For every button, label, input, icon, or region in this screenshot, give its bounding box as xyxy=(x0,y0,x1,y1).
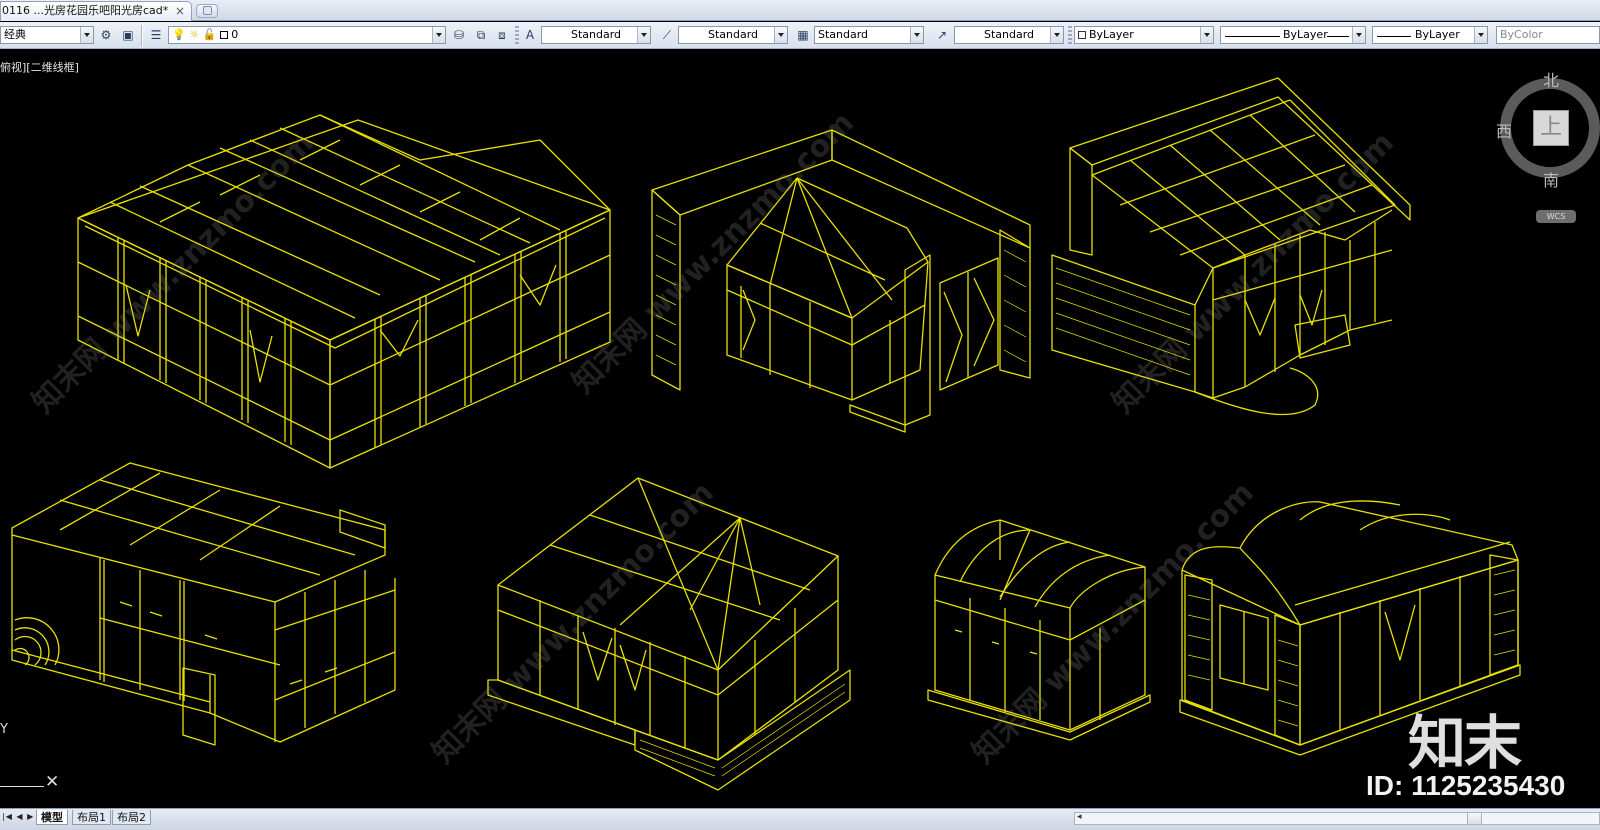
dimension-style-value: Standard xyxy=(707,28,759,41)
workspace-dropdown[interactable]: 经典 xyxy=(0,26,94,44)
lineweight-dropdown[interactable]: ByLayer xyxy=(1372,26,1488,44)
chevron-down-icon xyxy=(637,27,650,43)
watermark-logo: 知末 xyxy=(1408,709,1522,777)
sunroom-model-3[interactable] xyxy=(1051,77,1411,416)
ucs-y-axis-label: Y xyxy=(0,722,8,737)
chevron-down-icon xyxy=(432,27,445,43)
table-style-value: Standard xyxy=(818,28,869,41)
tab-layout2[interactable]: 布局2 xyxy=(112,810,151,825)
document-tab-title: 0116 ...光房花园乐吧阳光房cad* xyxy=(2,4,169,17)
linetype-preview-tail xyxy=(1327,36,1349,37)
sunroom-model-4[interactable] xyxy=(11,462,396,746)
chevron-down-icon xyxy=(1474,27,1487,43)
horizontal-scrollbar[interactable]: ◂ xyxy=(1074,812,1600,825)
multileader-style-value: Standard xyxy=(983,28,1035,41)
gear-icon[interactable]: ⚙ xyxy=(96,25,116,45)
text-style-value: Standard xyxy=(570,28,622,41)
linetype-preview xyxy=(1225,36,1280,37)
viewcube-south-label[interactable]: 南 xyxy=(1543,167,1559,191)
chevron-down-icon xyxy=(80,27,93,43)
new-tab-button[interactable] xyxy=(196,4,218,18)
scrollbar-thumb[interactable] xyxy=(1467,813,1482,824)
layer-manager-icon[interactable]: ☰ xyxy=(146,25,166,45)
chevron-down-icon xyxy=(1200,27,1213,43)
toolbar-grip[interactable] xyxy=(515,26,519,44)
color-value: ByLayer xyxy=(1089,28,1134,41)
ucs-x-axis-line xyxy=(0,786,44,787)
chevron-down-icon xyxy=(1050,27,1063,43)
make-current-layer-icon[interactable]: ⛁ xyxy=(449,25,469,45)
color-swatch xyxy=(1078,31,1086,39)
viewcube[interactable]: 北 西 上 南 WCS xyxy=(1496,67,1600,223)
dimension-style-dropdown[interactable]: Standard xyxy=(678,26,788,44)
dimension-style-icon[interactable]: ⟋ xyxy=(657,25,677,45)
chevron-down-icon xyxy=(910,27,923,43)
workspace-value: 经典 xyxy=(4,28,26,41)
linetype-value: ByLayer xyxy=(1283,28,1328,41)
close-icon[interactable]: × xyxy=(175,2,185,20)
lock-icon: 🔓 xyxy=(202,28,217,41)
lineweight-preview xyxy=(1377,36,1411,37)
hatch-patterns xyxy=(639,214,1516,777)
color-dropdown[interactable]: ByLayer xyxy=(1074,26,1214,44)
viewport-controls-label[interactable]: 俯视][二维线框] xyxy=(0,59,79,75)
tab-layout1[interactable]: 布局1 xyxy=(72,810,111,825)
table-style-dropdown[interactable]: Standard xyxy=(814,26,924,44)
watermark-id: ID: 1125235430 xyxy=(1366,770,1566,801)
document-tab-strip: 0116 ...光房花园乐吧阳光房cad* × xyxy=(0,0,1600,21)
wcs-menu-button[interactable]: WCS xyxy=(1536,210,1576,223)
tab-model[interactable]: 模型 xyxy=(36,810,68,825)
ucs-x-axis-label: ✕ xyxy=(45,772,60,792)
toolbar-separator xyxy=(141,25,143,46)
viewcube-west-label[interactable]: 西 xyxy=(1496,118,1512,142)
linetype-dropdown[interactable]: ByLayer xyxy=(1220,26,1366,44)
text-style-icon[interactable]: A xyxy=(520,25,540,45)
table-style-icon[interactable]: ▦ xyxy=(793,25,813,45)
multileader-style-dropdown[interactable]: Standard xyxy=(954,26,1064,44)
layer-previous-icon[interactable]: ⧉ xyxy=(471,25,491,45)
lightbulb-icon: 💡 xyxy=(172,28,186,41)
plotstyle-dropdown[interactable]: ByColor xyxy=(1496,26,1600,44)
viewcube-north-label[interactable]: 北 xyxy=(1543,67,1559,91)
layer-dropdown[interactable]: 💡 ☼ 🔓 0 xyxy=(168,26,446,44)
scroll-left-icon[interactable]: ◂ xyxy=(1077,812,1082,822)
properties-toolbar: 经典 ⚙ ▣ ☰ 💡 ☼ 🔓 0 ⛁ ⧉ ⧈ A Standard ⟋ Stan… xyxy=(0,22,1600,49)
chevron-down-icon xyxy=(1352,27,1365,43)
plotstyle-value: ByColor xyxy=(1500,28,1543,41)
sun-icon: ☼ xyxy=(189,28,200,41)
layer-value: 0 xyxy=(231,28,239,41)
toolbar-grip[interactable] xyxy=(1068,26,1072,44)
layer-color-swatch xyxy=(219,31,228,39)
multileader-style-icon[interactable]: ↗ xyxy=(932,25,952,45)
cad-window: 0116 ...光房花园乐吧阳光房cad* × 经典 ⚙ ▣ ☰ 💡 ☼ 🔓 0… xyxy=(0,0,1600,830)
text-style-dropdown[interactable]: Standard xyxy=(541,26,651,44)
viewcube-top-face[interactable]: 上 xyxy=(1533,110,1569,146)
document-tab[interactable]: 0116 ...光房花园乐吧阳光房cad* × xyxy=(0,1,192,21)
chevron-down-icon xyxy=(774,27,787,43)
layout-tab-bar: |◀ ◀ ▶ ▶| 模型 布局1 布局2 ◂ xyxy=(0,808,1600,830)
new-document-icon xyxy=(203,6,212,15)
customize-workspace-icon[interactable]: ▣ xyxy=(118,25,138,45)
layer-state-icon[interactable]: ⧈ xyxy=(492,25,512,45)
lineweight-value: ByLayer xyxy=(1415,28,1460,41)
